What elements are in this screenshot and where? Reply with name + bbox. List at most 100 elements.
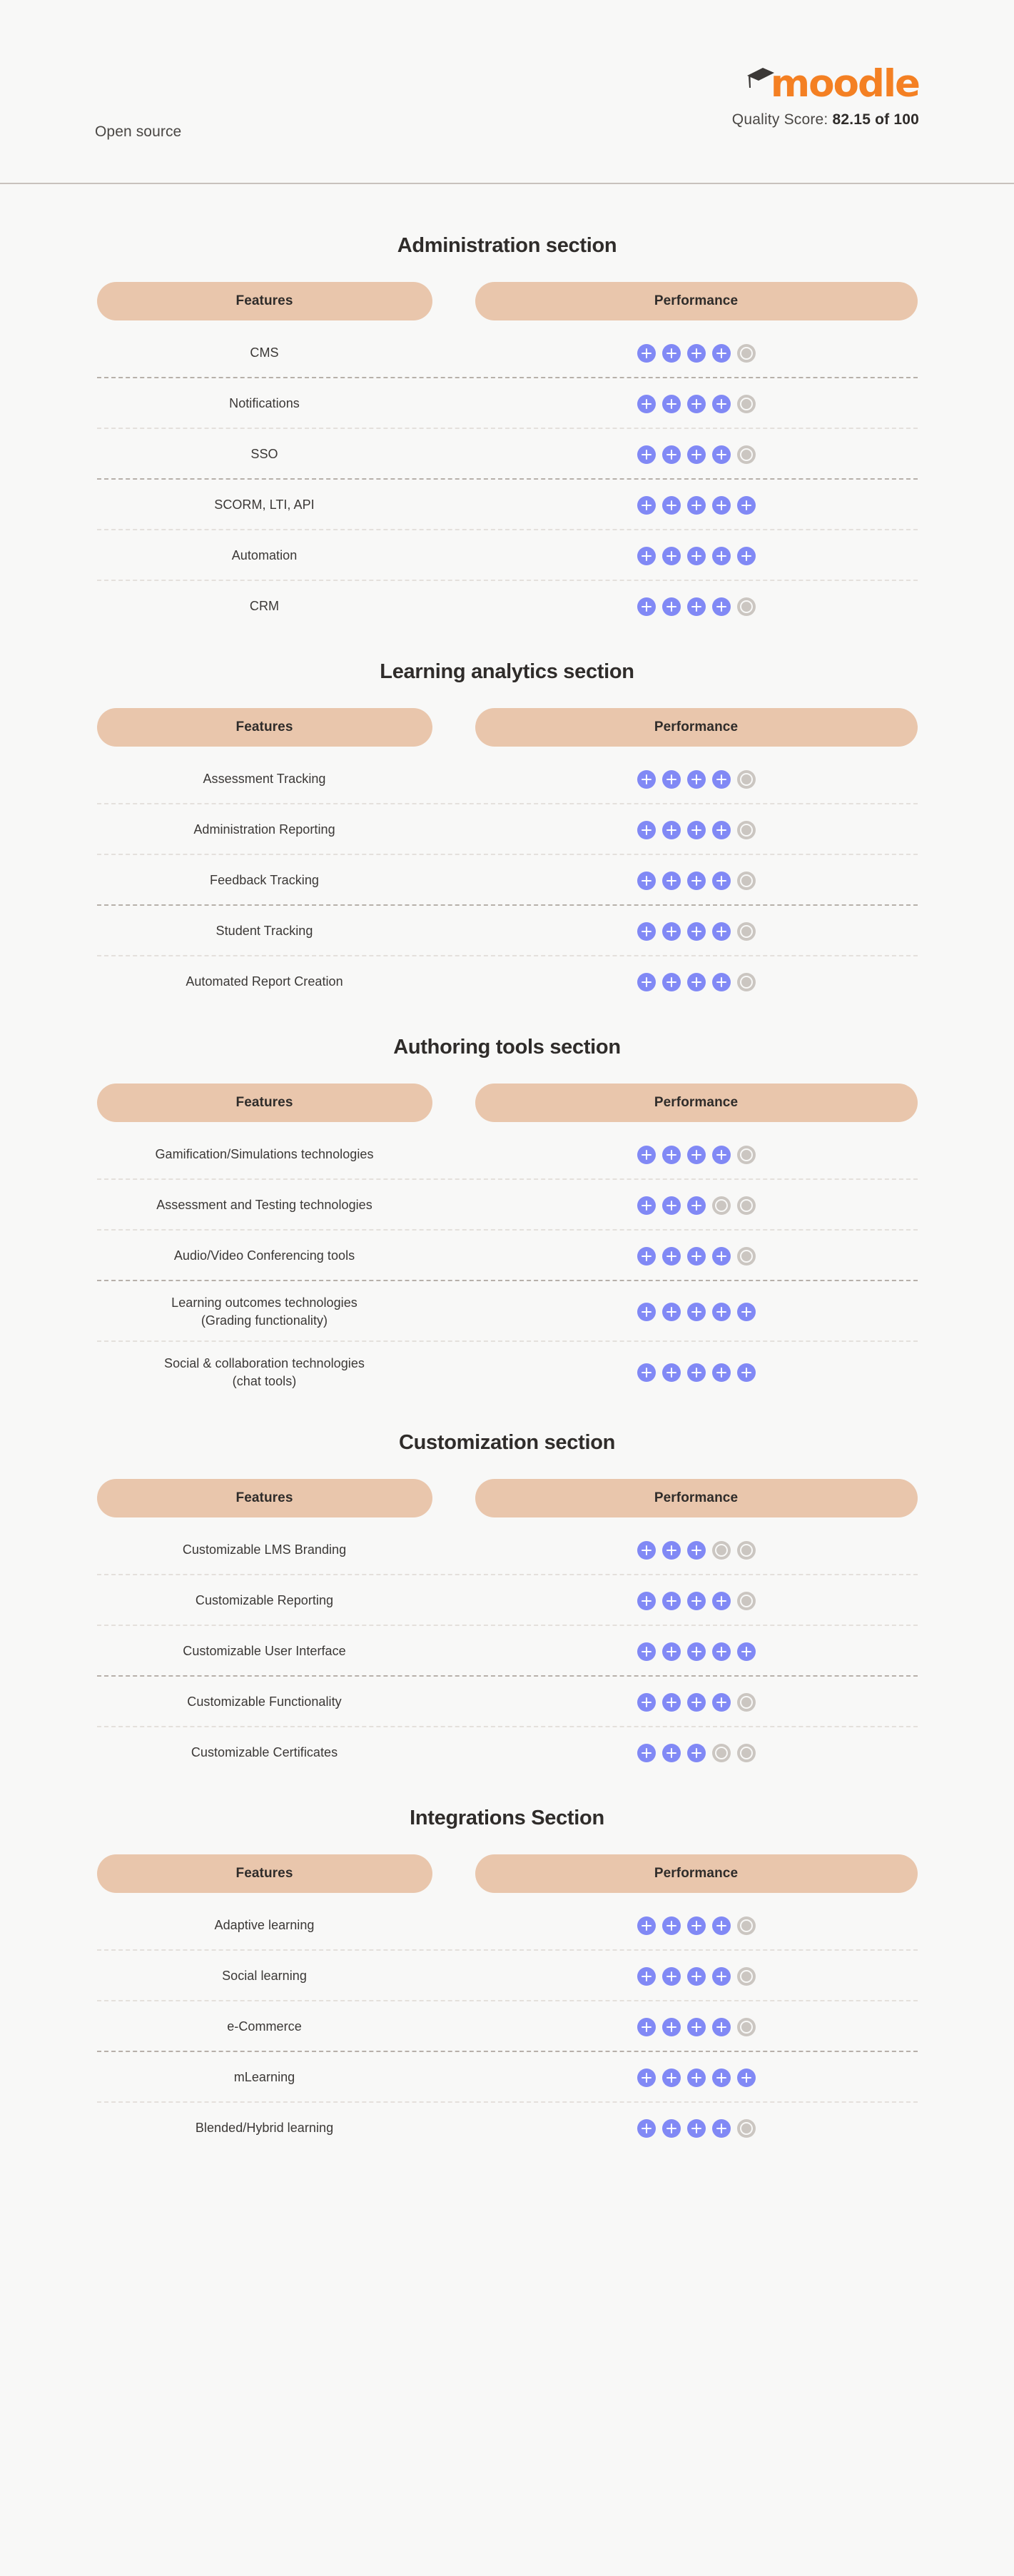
- rating-dot-filled-icon: [661, 820, 681, 839]
- rating-dot-filled-icon: [637, 1692, 656, 1712]
- table-row: SSO: [96, 429, 918, 480]
- rating-dot-filled-icon: [661, 1966, 681, 1986]
- rating-dot-filled-icon: [686, 343, 706, 363]
- feature-label: Automated Report Creation: [97, 973, 432, 991]
- performance-rating: [475, 769, 918, 789]
- feature-label-line1: Gamification/Simulations technologies: [155, 1147, 374, 1162]
- rating-dot-filled-icon: [711, 495, 731, 515]
- performance-rating: [475, 1692, 918, 1712]
- feature-label-line1: Automated Report Creation: [186, 974, 343, 989]
- rating-dot-filled-icon: [637, 1302, 656, 1321]
- rating-dot-filled-icon: [661, 1591, 681, 1610]
- rating-dot-filled-icon: [637, 1540, 656, 1560]
- rating-dot-filled-icon: [637, 1363, 656, 1382]
- rating-dot-filled-icon: [711, 2017, 731, 2036]
- rating-dot-filled-icon: [661, 769, 681, 789]
- feature-label: Adaptive learning: [97, 1916, 432, 1934]
- rating-dot-empty-icon: [736, 1591, 756, 1610]
- rating-dot-filled-icon: [711, 1692, 731, 1712]
- table-row: Assessment and Testing technologies: [96, 1180, 918, 1231]
- rating-dot-filled-icon: [637, 1591, 656, 1610]
- table-row: Learning outcomes technologies (Grading f…: [96, 1281, 918, 1342]
- rating-dot-filled-icon: [661, 1196, 681, 1215]
- feature-label-line1: Customizable LMS Branding: [182, 1542, 347, 1557]
- feature-label: Customizable Functionality: [97, 1693, 432, 1711]
- rating-dot-filled-icon: [637, 820, 656, 839]
- column-header-features: Features: [96, 1084, 432, 1122]
- performance-rating: [475, 1966, 918, 1986]
- table-header: Features Performance: [96, 1479, 918, 1517]
- feature-label: Customizable LMS Branding: [97, 1541, 432, 1559]
- rating-dot-filled-icon: [711, 1591, 731, 1610]
- table-row: Customizable LMS Branding: [96, 1525, 918, 1575]
- rating-dot-filled-icon: [686, 1246, 706, 1266]
- rating-dot-filled-icon: [686, 921, 706, 941]
- quality-score-label: Quality Score:: [731, 111, 828, 128]
- rating-dot-empty-icon: [736, 769, 756, 789]
- rating-dot-filled-icon: [686, 972, 706, 991]
- rating-dot-filled-icon: [686, 495, 706, 515]
- feature-label-line1: CRM: [249, 599, 280, 614]
- table-row: CMS: [96, 328, 918, 378]
- feature-label: Social & collaboration technologies (chat…: [97, 1355, 432, 1390]
- rating-dot-filled-icon: [686, 1743, 706, 1762]
- rating-dot-filled-icon: [661, 1246, 681, 1266]
- performance-rating: [475, 820, 918, 839]
- rating-dot-filled-icon: [637, 769, 656, 789]
- rating-dot-filled-icon: [637, 871, 656, 890]
- features-table: Features Performance Assessment Tracking Ad…: [96, 708, 918, 1007]
- feature-label: Customizable User Interface: [97, 1642, 432, 1660]
- feature-label: Assessment Tracking: [97, 770, 432, 788]
- table-header: Features Performance: [96, 1854, 918, 1893]
- rating-dot-empty-icon: [736, 1246, 756, 1266]
- table-row: mLearning: [96, 2052, 918, 2103]
- feature-label-line1: Notifications: [229, 396, 300, 411]
- section-title: Learning analytics section: [380, 660, 634, 683]
- rating-dot-filled-icon: [711, 394, 731, 413]
- table-row: Social & collaboration technologies (chat…: [97, 1342, 918, 1403]
- rating-dot-filled-icon: [736, 2068, 756, 2087]
- rating-dot-empty-icon: [711, 1196, 731, 1215]
- feature-label-line1: Feedback Tracking: [210, 873, 319, 888]
- rating-dot-filled-icon: [637, 1966, 656, 1986]
- rating-dot-empty-icon: [736, 394, 756, 413]
- rating-dot-filled-icon: [736, 1642, 756, 1661]
- feature-label-line1: Blended/Hybrid learning: [195, 2121, 334, 2136]
- table-row: Customizable Functionality: [96, 1677, 918, 1727]
- rating-dot-empty-icon: [736, 343, 756, 363]
- feature-label-line1: Learning outcomes technologies: [171, 1295, 358, 1310]
- rating-dot-filled-icon: [711, 445, 731, 464]
- rating-dot-filled-icon: [736, 1363, 756, 1382]
- rating-dot-filled-icon: [711, 972, 731, 991]
- feature-label-line1: e-Commerce: [227, 2019, 302, 2034]
- table-row: Gamification/Simulations technologies: [96, 1129, 918, 1180]
- feature-label-line1: Automation: [231, 548, 298, 563]
- rating-dot-filled-icon: [637, 1743, 656, 1762]
- section-title: Administration section: [397, 234, 617, 257]
- rating-dot-filled-icon: [637, 972, 656, 991]
- moodle-logo: moodle: [619, 61, 921, 103]
- rating-dot-filled-icon: [686, 1196, 706, 1215]
- feature-label-line2: (Grading functionality): [201, 1313, 328, 1328]
- table-row: Assessment Tracking: [96, 754, 918, 804]
- rating-dot-empty-icon: [736, 1743, 756, 1762]
- feature-label: mLearning: [97, 2069, 432, 2086]
- rating-dot-filled-icon: [711, 769, 731, 789]
- feature-label-line1: mLearning: [233, 2070, 295, 2085]
- features-table: Features Performance Customizable LMS Bran…: [96, 1479, 918, 1778]
- table-row: Student Tracking: [96, 906, 918, 956]
- feature-label: Student Tracking: [97, 922, 432, 940]
- rating-dot-filled-icon: [686, 820, 706, 839]
- performance-rating: [475, 972, 918, 991]
- table-row: e-Commerce: [96, 2001, 918, 2052]
- table-row: Audio/Video Conferencing tools: [96, 1231, 918, 1281]
- rating-dot-filled-icon: [711, 1642, 731, 1661]
- rating-dot-filled-icon: [637, 1642, 656, 1661]
- rating-dot-empty-icon: [736, 921, 756, 941]
- performance-rating: [475, 1145, 918, 1164]
- report-section: Learning analytics section Features Perfor…: [96, 639, 918, 1014]
- table-header: Features Performance: [96, 1084, 918, 1122]
- column-header-performance: Performance: [475, 1084, 918, 1122]
- features-table: Features Performance Adaptive learning Soci…: [96, 1854, 918, 2153]
- performance-rating: [475, 2068, 918, 2087]
